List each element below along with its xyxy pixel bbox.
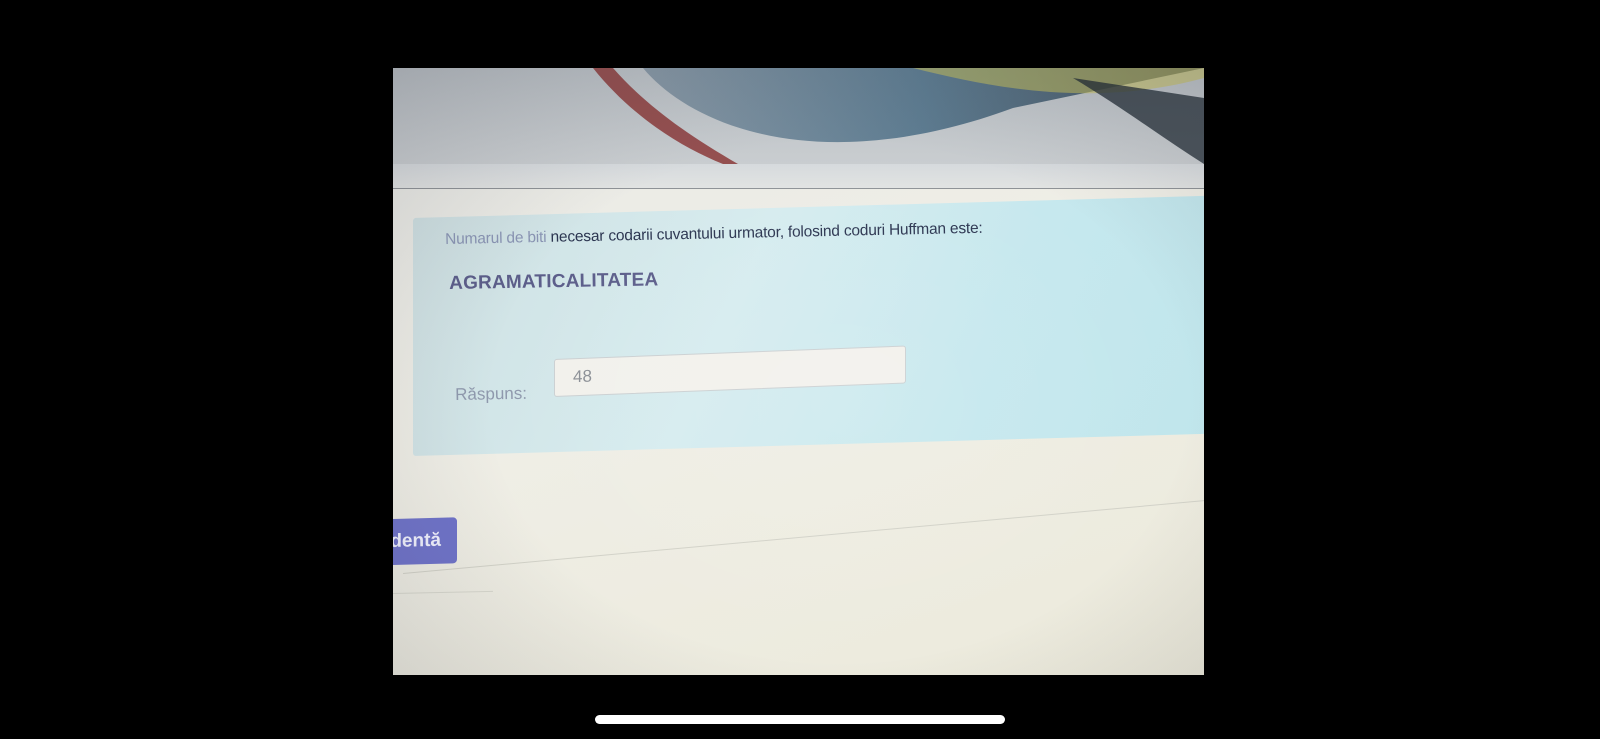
home-indicator-bar[interactable]: [595, 715, 1005, 724]
photographed-screen: Numarul de biti necesar codarii cuvantul…: [393, 68, 1204, 675]
header-banner: [393, 68, 1204, 164]
footer-divider-short: [393, 590, 493, 594]
answer-label: Răspuns:: [455, 383, 528, 404]
previous-button[interactable]: dentă: [393, 517, 457, 566]
question-keyword: AGRAMATICALITATEA: [449, 269, 659, 294]
question-text-start: Numarul de biti: [445, 228, 547, 248]
footer-divider: [403, 499, 1204, 574]
header-divider-strip: [393, 164, 1204, 189]
banner-swoosh-graphic: [593, 68, 1204, 164]
